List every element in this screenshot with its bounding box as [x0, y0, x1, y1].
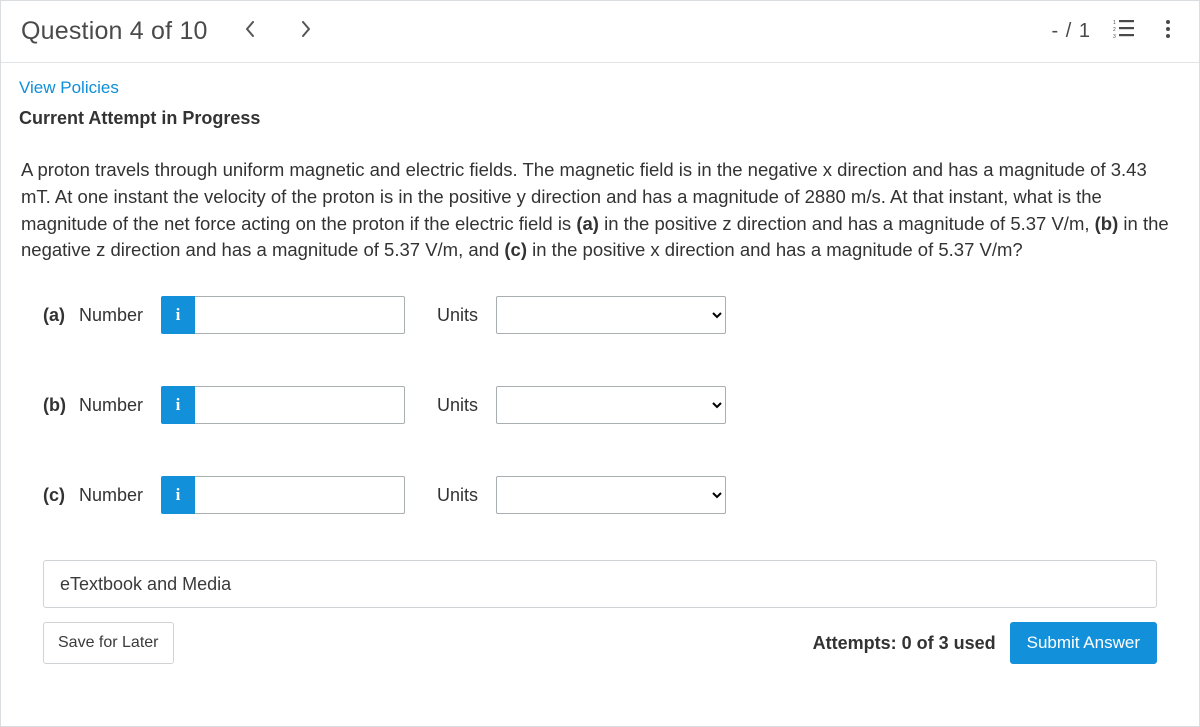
number-label: Number: [79, 485, 161, 506]
save-for-later-button[interactable]: Save for Later: [43, 622, 174, 664]
svg-text:3: 3: [1113, 34, 1116, 40]
svg-text:2: 2: [1113, 27, 1116, 33]
numbered-list-icon: 1 2 3: [1113, 18, 1135, 45]
answer-row-b: (b) Number i Units: [43, 386, 1157, 424]
part-c-text: in the positive x direction and has a ma…: [532, 239, 1023, 260]
question-header: Question 4 of 10 - / 1 1 2: [1, 1, 1199, 63]
question-body: View Policies Current Attempt in Progres…: [1, 63, 1199, 682]
number-label: Number: [79, 395, 161, 416]
kebab-menu-icon: [1157, 18, 1179, 45]
info-icon: i: [176, 485, 181, 505]
number-input-c[interactable]: [195, 476, 405, 514]
number-input-b[interactable]: [195, 386, 405, 424]
info-button-b[interactable]: i: [161, 386, 195, 424]
etextbook-media-button[interactable]: eTextbook and Media: [43, 560, 1157, 608]
units-select-a[interactable]: [496, 296, 726, 334]
part-b-label: (b): [1095, 213, 1119, 234]
answer-row-c: (c) Number i Units: [43, 476, 1157, 514]
info-icon: i: [176, 395, 181, 415]
units-label: Units: [437, 485, 478, 506]
answer-block: (a) Number i Units (b) Number i Units: [19, 296, 1181, 514]
attempt-heading: Current Attempt in Progress: [19, 108, 1181, 129]
info-button-a[interactable]: i: [161, 296, 195, 334]
units-select-b[interactable]: [496, 386, 726, 424]
question-nav: [238, 20, 318, 44]
question-page: Question 4 of 10 - / 1 1 2: [0, 0, 1200, 727]
view-policies-link[interactable]: View Policies: [19, 78, 119, 98]
units-label: Units: [437, 305, 478, 326]
resources-row: eTextbook and Media: [19, 560, 1181, 608]
question-title: Question 4 of 10: [21, 17, 208, 46]
prev-question-button[interactable]: [238, 20, 262, 44]
more-options-button[interactable]: [1157, 21, 1179, 43]
info-button-c[interactable]: i: [161, 476, 195, 514]
answer-part-id: (c): [43, 485, 79, 506]
score-display: - / 1: [1052, 20, 1091, 43]
part-a-label: (a): [576, 213, 599, 234]
attempts-remaining: Attempts: 0 of 3 used: [813, 633, 996, 654]
number-input-a[interactable]: [195, 296, 405, 334]
info-icon: i: [176, 305, 181, 325]
number-label: Number: [79, 305, 161, 326]
next-question-button[interactable]: [294, 20, 318, 44]
problem-statement: A proton travels through uniform magneti…: [21, 157, 1179, 264]
question-list-button[interactable]: 1 2 3: [1113, 21, 1135, 43]
part-c-label: (c): [504, 239, 527, 260]
footer-row: Save for Later Attempts: 0 of 3 used Sub…: [19, 608, 1181, 664]
submit-answer-button[interactable]: Submit Answer: [1010, 622, 1157, 664]
units-label: Units: [437, 395, 478, 416]
answer-part-id: (a): [43, 305, 79, 326]
units-select-c[interactable]: [496, 476, 726, 514]
svg-text:1: 1: [1113, 20, 1116, 26]
answer-part-id: (b): [43, 395, 79, 416]
part-a-text: in the positive z direction and has a ma…: [604, 213, 1095, 234]
chevron-right-icon: [301, 21, 311, 42]
chevron-left-icon: [245, 21, 255, 42]
answer-row-a: (a) Number i Units: [43, 296, 1157, 334]
header-right: - / 1 1 2 3: [1052, 20, 1179, 43]
